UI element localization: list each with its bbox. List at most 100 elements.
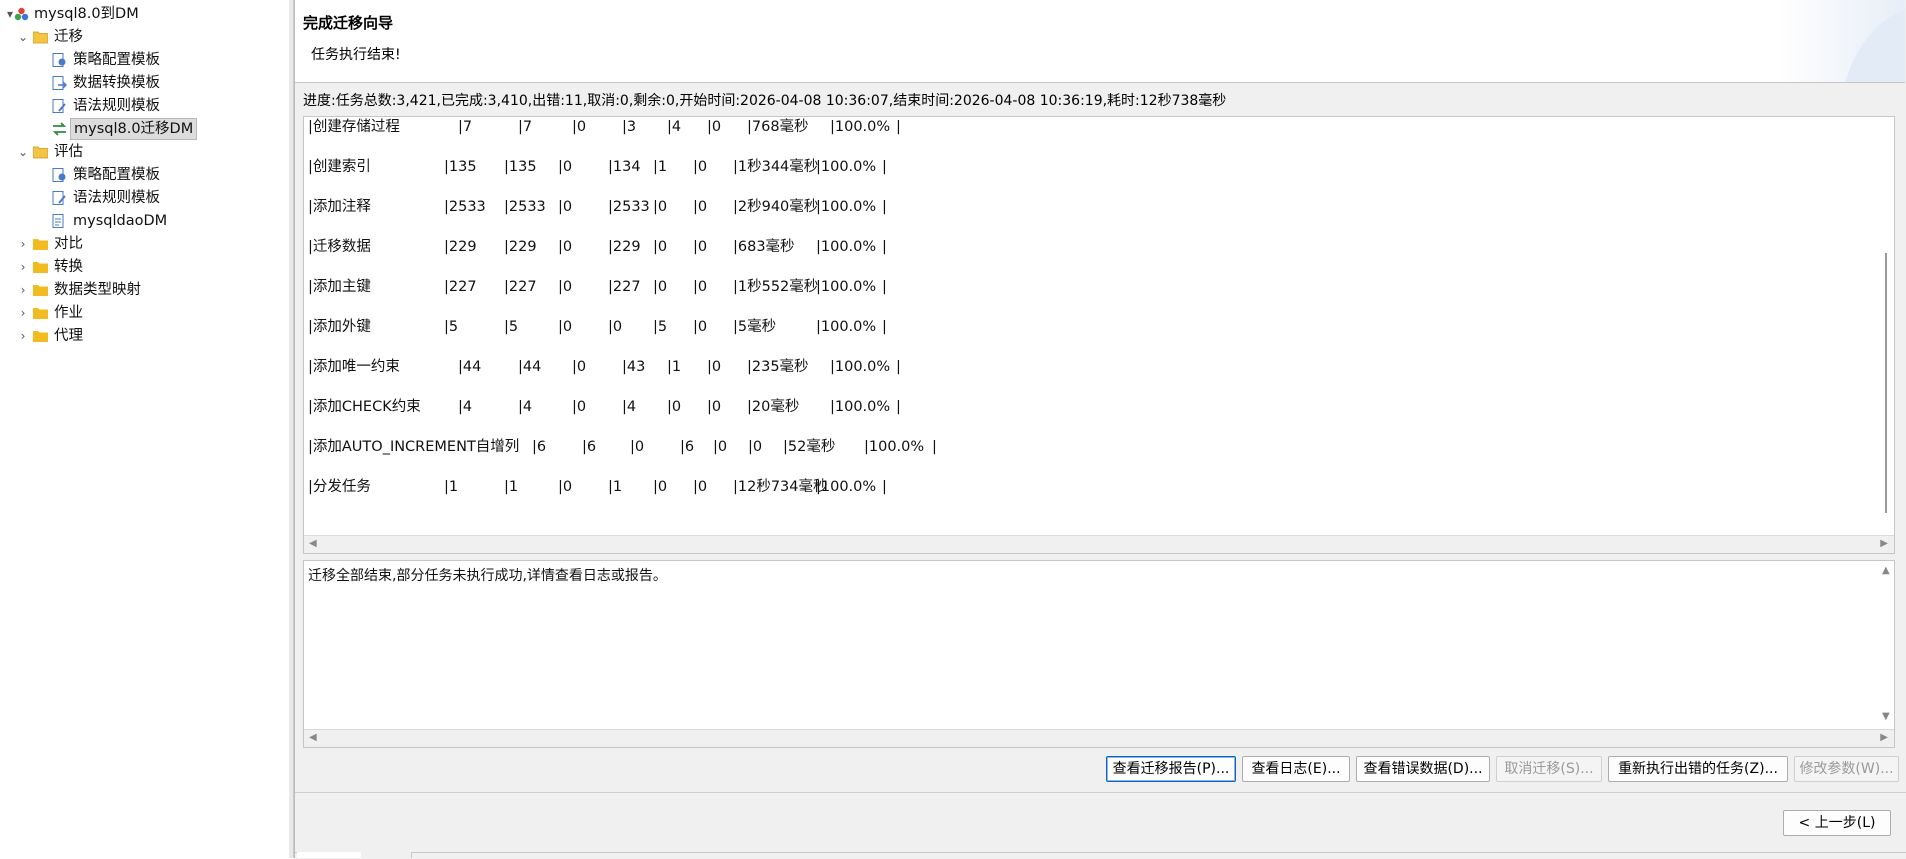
task-cell-c3: |0 xyxy=(572,119,587,135)
tree-item-migrate-syntax[interactable]: 语法规则模板 xyxy=(0,95,280,117)
strategy-template-icon xyxy=(52,168,66,182)
tree-item-evaluate-task[interactable]: mysqldaoDM xyxy=(0,210,280,232)
folder-icon xyxy=(33,308,48,319)
task-cell-c3: |0 xyxy=(558,319,573,335)
tree-item-label: 语法规则模板 xyxy=(73,190,160,206)
cancel-migration-button[interactable]: 取消迁移(S)... xyxy=(1496,756,1602,782)
tree-folder-label: 对比 xyxy=(54,236,83,252)
task-cell-time: |683毫秒 xyxy=(733,239,795,255)
task-cell-c5: |0 xyxy=(653,279,668,295)
tree-folder-label: 迁移 xyxy=(54,29,83,45)
folder-icon xyxy=(33,331,48,342)
syntax-rule-template-icon xyxy=(52,191,66,205)
task-summary-pane[interactable]: |创建存储过程 |7 |7 |0 |3 |4 |0 |768毫秒 |100.0% | |创建索引 |1… xyxy=(303,116,1895,554)
task-cell-c5: |0 xyxy=(653,479,668,495)
task-cell-c3: |0 xyxy=(558,279,573,295)
wizard-header: 完成迁移向导 任务执行结束! xyxy=(295,0,1905,83)
task-cell-name: |创建存储过程 xyxy=(308,119,400,135)
tree-folder-evaluate[interactable]: ⌄ 评估 xyxy=(0,141,280,163)
syntax-rule-template-icon xyxy=(52,99,66,113)
task-cell-pct: |100.0% xyxy=(816,199,877,215)
task-cell-c4: |6 xyxy=(680,439,695,455)
task-cell-c2: |227 xyxy=(504,279,537,295)
bottom-tab[interactable] xyxy=(361,852,412,858)
task-cell-time: |768毫秒 xyxy=(747,119,809,135)
scroll-left-icon[interactable]: ◀ xyxy=(309,732,317,743)
task-cell-name: |添加CHECK约束 xyxy=(308,399,421,415)
task-cell-c2: |4 xyxy=(518,399,533,415)
migration-task-icon xyxy=(52,122,67,136)
task-cell-c1: |135 xyxy=(444,159,477,175)
modify-params-button[interactable]: 修改参数(W)... xyxy=(1794,756,1899,782)
folder-icon xyxy=(33,285,48,296)
chevron-right-icon[interactable]: › xyxy=(17,325,29,347)
task-cell-time: |1秒552毫秒 xyxy=(733,279,819,295)
scroll-up-icon[interactable]: ▲ xyxy=(1882,565,1890,576)
task-cell-c1: |5 xyxy=(444,319,459,335)
tree-item-evaluate-strategy[interactable]: 策略配置模板 xyxy=(0,164,280,186)
tree-folder-agents[interactable]: › 代理 xyxy=(0,325,280,347)
scroll-right-icon[interactable]: ▶ xyxy=(1880,538,1888,549)
tree-item-migrate-convert[interactable]: 数据转换模板 xyxy=(0,72,280,94)
horizontal-scrollbar[interactable]: ◀ ▶ xyxy=(304,729,1894,747)
chevron-right-icon[interactable]: › xyxy=(17,279,29,301)
folder-icon xyxy=(33,239,48,250)
task-cell-c3: |0 xyxy=(558,199,573,215)
tree-folder-label: 数据类型映射 xyxy=(54,282,141,298)
chevron-down-icon[interactable]: ⌄ xyxy=(17,26,29,48)
chevron-right-icon[interactable]: › xyxy=(17,256,29,278)
view-log-button[interactable]: 查看日志(E)... xyxy=(1242,756,1350,782)
rerun-failed-tasks-button[interactable]: 重新执行出错的任务(Z)... xyxy=(1608,756,1788,782)
view-error-data-button[interactable]: 查看错误数据(D)... xyxy=(1356,756,1490,782)
task-cell-end: | xyxy=(882,239,887,255)
back-button[interactable]: < 上一步(L) xyxy=(1783,810,1891,836)
task-cell-c1: |44 xyxy=(458,359,482,375)
task-cell-c1: |227 xyxy=(444,279,477,295)
task-cell-c4: |3 xyxy=(622,119,637,135)
scroll-down-icon[interactable]: ▼ xyxy=(1882,711,1890,722)
task-cell-c1: |1 xyxy=(444,479,459,495)
tree-folder-migrate[interactable]: ⌄ 迁移 xyxy=(0,26,280,48)
vertical-scrollbar[interactable]: ▲ ▼ xyxy=(1878,561,1894,729)
tree-root[interactable]: ▾ mysql8.0到DM xyxy=(0,3,280,25)
task-cell-c5: |1 xyxy=(653,159,668,175)
task-cell-c3: |0 xyxy=(558,159,573,175)
scroll-left-icon[interactable]: ◀ xyxy=(309,538,317,549)
bottom-tab[interactable] xyxy=(297,852,362,858)
tree-folder-convert[interactable]: › 转换 xyxy=(0,256,280,278)
scrollbar-thumb[interactable] xyxy=(1885,253,1887,513)
task-cell-c1: |7 xyxy=(458,119,473,135)
result-message-pane[interactable]: 迁移全部结束,部分任务未执行成功,详情查看日志或报告。 ▲ ▼ ◀ ▶ xyxy=(303,560,1895,748)
task-cell-c3: |0 xyxy=(558,479,573,495)
result-message: 迁移全部结束,部分任务未执行成功,详情查看日志或报告。 xyxy=(308,568,667,584)
task-cell-c2: |44 xyxy=(518,359,542,375)
view-report-button[interactable]: 查看迁移报告(P)... xyxy=(1106,756,1236,782)
task-cell-name: |添加注释 xyxy=(308,199,371,215)
task-cell-c6: |0 xyxy=(748,439,763,455)
data-convert-template-icon xyxy=(52,76,67,90)
tree-item-migrate-strategy[interactable]: 策略配置模板 xyxy=(0,49,280,71)
vertical-scrollbar[interactable] xyxy=(1878,117,1894,535)
tree-folder-jobs[interactable]: › 作业 xyxy=(0,302,280,324)
tree-item-label: 策略配置模板 xyxy=(73,167,160,183)
tree-folder-label: 转换 xyxy=(54,259,83,275)
chevron-right-icon[interactable]: › xyxy=(17,233,29,255)
tree-folder-type-mapping[interactable]: › 数据类型映射 xyxy=(0,279,280,301)
strategy-template-icon xyxy=(52,53,66,67)
task-cell-end: | xyxy=(896,399,901,415)
tree-item-evaluate-syntax[interactable]: 语法规则模板 xyxy=(0,187,280,209)
folder-open-icon xyxy=(33,146,48,159)
tree-item-migrate-task[interactable]: mysql8.0迁移DM xyxy=(0,118,280,140)
scroll-right-icon[interactable]: ▶ xyxy=(1880,732,1888,743)
task-cell-c5: |0 xyxy=(653,239,668,255)
tree-folder-compare[interactable]: › 对比 xyxy=(0,233,280,255)
task-cell-c5: |0 xyxy=(713,439,728,455)
task-cell-c5: |4 xyxy=(667,119,682,135)
task-cell-c5: |0 xyxy=(653,199,668,215)
task-cell-c2: |7 xyxy=(518,119,533,135)
chevron-down-icon[interactable]: ⌄ xyxy=(17,141,29,163)
horizontal-scrollbar[interactable]: ◀ ▶ xyxy=(304,535,1894,553)
task-cell-c6: |0 xyxy=(693,279,708,295)
task-cell-name: |添加唯一约束 xyxy=(308,359,400,375)
chevron-right-icon[interactable]: › xyxy=(17,302,29,324)
